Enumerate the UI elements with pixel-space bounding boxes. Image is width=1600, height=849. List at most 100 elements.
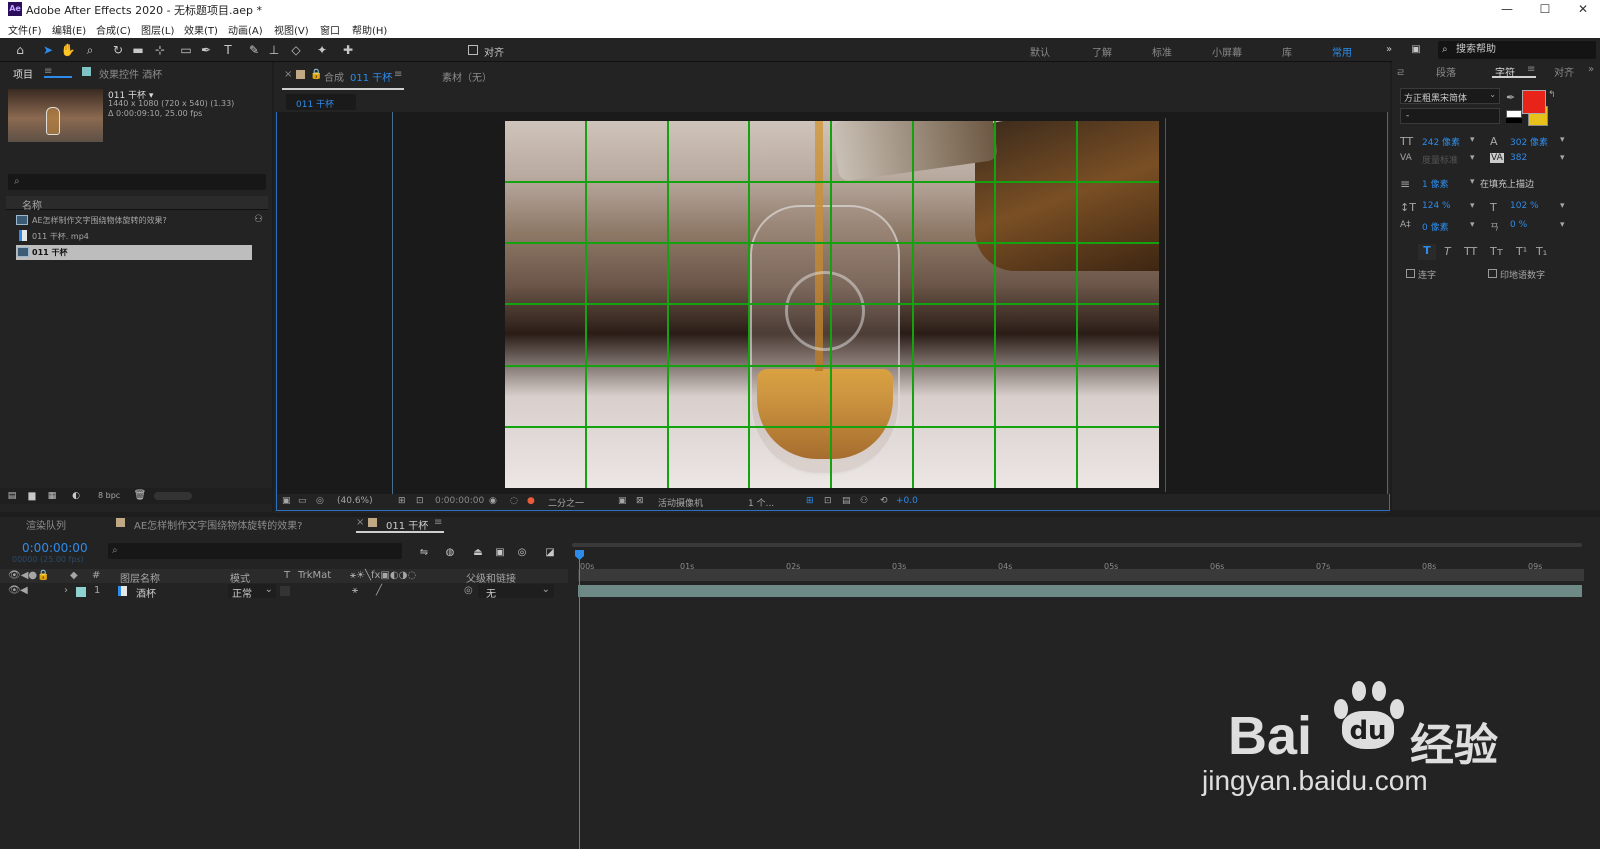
motion-blur-icon[interactable]: ◎ (514, 545, 530, 561)
menu-edit[interactable]: 编辑(E) (52, 22, 86, 37)
layer-name[interactable]: 酒杯 (136, 585, 156, 600)
tab-truncated[interactable]: ㄹ (1396, 64, 1405, 79)
type-tool-icon[interactable]: T (220, 42, 236, 58)
hand-tool-icon[interactable]: ✋ (60, 42, 76, 58)
workspace-small-screen[interactable]: 小屏幕 (1212, 44, 1242, 59)
shy-layers-icon[interactable]: ⏏ (470, 545, 486, 561)
panel-overflow-button[interactable]: » (1588, 64, 1594, 75)
bpc-label[interactable]: 8 bpc (98, 491, 120, 500)
show-snapshot-icon[interactable]: ◌ (510, 496, 518, 506)
faux-italic-button[interactable]: T (1444, 245, 1451, 258)
hindi-digits-checkbox[interactable] (1488, 269, 1497, 278)
workspace-common[interactable]: 常用 (1332, 44, 1352, 59)
font-style-dropdown[interactable]: - (1400, 108, 1500, 124)
playhead-handle[interactable] (575, 550, 584, 560)
timeline-icon[interactable]: ▤ (842, 496, 851, 506)
new-folder-icon[interactable]: ▆ (24, 488, 40, 504)
transparency-grid-icon[interactable]: ⊠ (636, 496, 644, 506)
faux-bold-button[interactable]: T (1418, 244, 1436, 260)
close-timeline-tab-icon[interactable]: × (356, 517, 364, 528)
roi-icon[interactable]: ▣ (618, 496, 627, 506)
snapshot-icon[interactable]: ◉ (489, 496, 497, 506)
menu-help[interactable]: 帮助(H) (352, 22, 387, 37)
rectangle-tool-icon[interactable]: ▭ (178, 42, 194, 58)
menu-view[interactable]: 视图(V) (274, 22, 309, 37)
stroke-type-dropdown[interactable]: 在填充上描边 (1480, 177, 1534, 190)
tab-project[interactable]: 项目 (13, 66, 33, 81)
menu-window[interactable]: 窗口 (320, 22, 340, 37)
viewer-timecode[interactable]: 0:00:00:00 (435, 496, 484, 506)
fill-color-swatch[interactable] (1522, 90, 1546, 114)
workspace-overflow-button[interactable]: » (1386, 44, 1392, 55)
project-item-comp-2[interactable]: 011 干杯 (16, 245, 252, 260)
views-dropdown[interactable]: 1 个... (748, 496, 774, 509)
expand-arrow-icon[interactable]: › (64, 585, 68, 596)
ligature-checkbox[interactable] (1406, 269, 1415, 278)
workspace-learn[interactable]: 了解 (1092, 44, 1112, 59)
tab-effect-controls[interactable]: 效果控件 酒杯 (99, 66, 162, 81)
zoom-dropdown[interactable]: (40.6%) (337, 496, 373, 506)
tab-comp-name[interactable]: 011 干杯 (350, 69, 392, 84)
exposure-reset-icon[interactable]: ⟲ (880, 496, 888, 506)
pen-tool-icon[interactable]: ✒ (198, 42, 214, 58)
chevron-down-icon[interactable]: ▾ (1560, 201, 1565, 211)
timeline-menu-icon[interactable]: ≡ (434, 517, 442, 528)
superscript-button[interactable]: T¹ (1516, 245, 1527, 258)
parent-dropdown[interactable]: 无 ⌄ (478, 584, 554, 600)
exposure-value[interactable]: +0.0 (896, 496, 918, 506)
vr-icon[interactable]: ◎ (316, 496, 324, 506)
pickwhip-icon[interactable]: ◎ (464, 585, 473, 596)
work-area-bar[interactable] (572, 543, 1582, 547)
guide-line[interactable] (1165, 118, 1166, 492)
all-caps-button[interactable]: TT (1464, 245, 1477, 258)
col-layer-name[interactable]: 图层名称 (120, 570, 160, 585)
chevron-down-icon[interactable]: ▾ (1470, 135, 1475, 145)
tab-timeline-comp-2[interactable]: 011 干杯 (386, 517, 428, 532)
swap-colors-icon[interactable]: ↰ (1548, 90, 1556, 100)
puppet-pin-tool-icon[interactable]: ✚ (340, 42, 356, 58)
zoom-tool-icon[interactable]: ⌕ (82, 42, 98, 58)
horizontal-scale-value[interactable]: 102 % (1510, 201, 1539, 211)
chevron-down-icon[interactable]: ▾ (1560, 153, 1565, 163)
chevron-down-icon[interactable]: ▾ (1560, 135, 1565, 145)
font-size-value[interactable]: 242 像素 (1422, 135, 1460, 148)
frame-blending-icon[interactable]: ▣ (492, 545, 508, 561)
playhead-line[interactable] (579, 550, 580, 849)
project-item-comp-1[interactable]: AE怎样制作文字围绕物体旋转的效果? ⚇ (16, 213, 268, 228)
new-comp-icon[interactable]: ▦ (44, 488, 60, 504)
snap-checkbox[interactable] (468, 45, 478, 55)
black-swatch[interactable] (1506, 118, 1522, 123)
tab-footage[interactable]: 素材（无） (442, 69, 492, 84)
monitor-icon[interactable]: ▭ (298, 496, 307, 506)
visibility-icon[interactable]: 👁 (8, 585, 21, 596)
tab-render-queue[interactable]: 渲染队列 (26, 517, 66, 532)
tracking-value[interactable]: 382 (1510, 153, 1527, 163)
comp-panel-menu-icon[interactable]: ≡ (394, 69, 402, 80)
subscript-button[interactable]: T₁ (1536, 245, 1547, 258)
camera-dropdown[interactable]: 活动摄像机 (658, 496, 703, 509)
trash-icon[interactable]: 🗑 (132, 488, 148, 504)
tab-timeline-comp-1[interactable]: AE怎样制作文字围绕物体旋转的效果? (134, 517, 302, 532)
draft-3d-icon[interactable]: ◍ (442, 545, 458, 561)
white-swatch[interactable] (1506, 110, 1522, 118)
tab-comp-prefix[interactable]: 合成 (324, 69, 344, 84)
lock-icon[interactable]: 🔒 (310, 69, 322, 80)
flowchart-icon[interactable]: ⚇ (254, 214, 263, 225)
menu-file[interactable]: 文件(F) (8, 22, 42, 37)
layer-search-input[interactable]: ⌕ (108, 543, 402, 559)
flowchart-icon[interactable]: ⚇ (860, 496, 868, 506)
always-preview-icon[interactable]: ▣ (282, 496, 291, 506)
anchor-tool-icon[interactable]: ⊹ (152, 42, 168, 58)
grid-toggle-icon[interactable]: ⊞ (806, 496, 814, 506)
char-panel-menu-icon[interactable]: ≡ (1527, 64, 1535, 75)
workspace-libraries[interactable]: 库 (1282, 44, 1292, 59)
preserve-transparency-box[interactable] (280, 586, 290, 596)
channel-icon[interactable]: ● (527, 496, 535, 506)
3d-renderer-icon[interactable]: ⊡ (824, 496, 832, 506)
close-button[interactable]: ✕ (1560, 0, 1600, 18)
graph-editor-icon[interactable]: ◪ (542, 545, 558, 561)
menu-effect[interactable]: 效果(T) (184, 22, 218, 37)
shy-switch-icon[interactable]: ⚹ (352, 585, 358, 596)
project-search-input[interactable]: ⌕ (8, 174, 266, 190)
chevron-down-icon[interactable]: ▾ (1470, 153, 1475, 163)
